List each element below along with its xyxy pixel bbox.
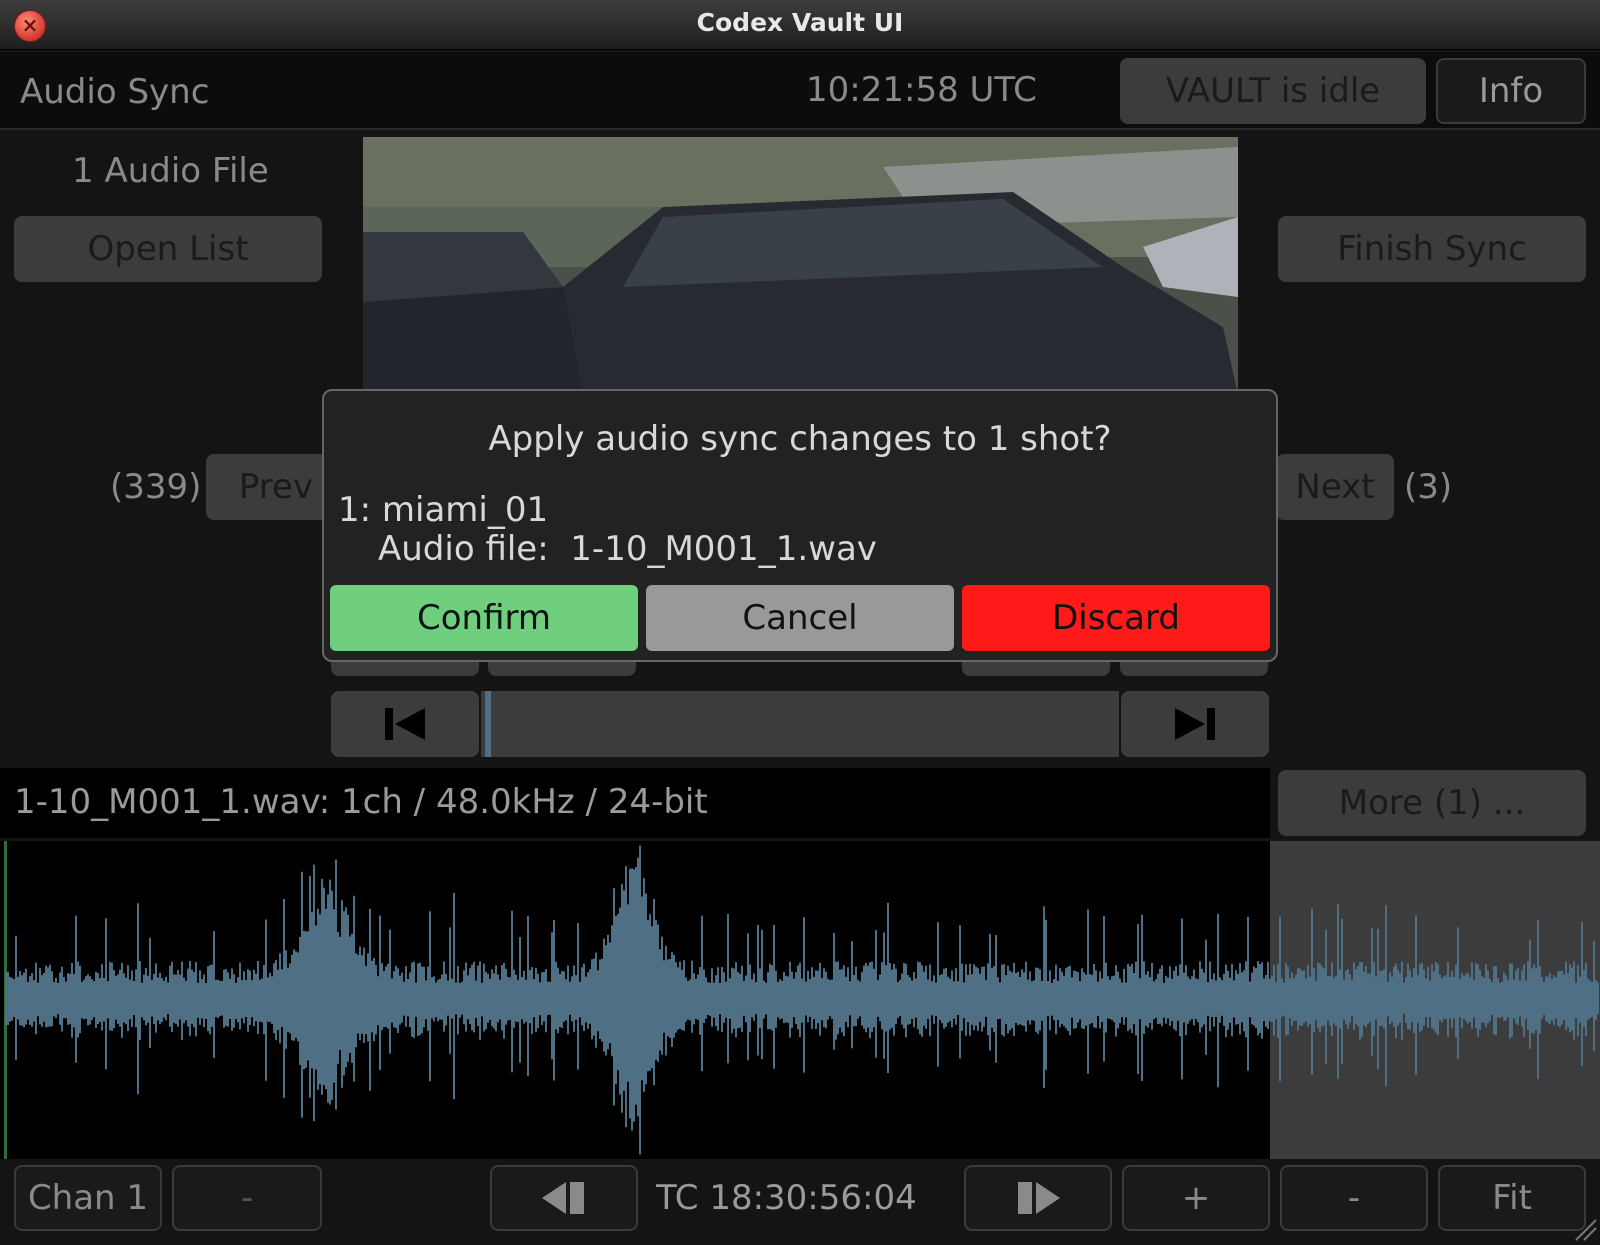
step-back-icon [542,1182,584,1214]
timecode: TC 18:30:56:04 [656,1178,917,1218]
resize-grip-icon[interactable] [1570,1214,1598,1242]
audio-file-count: 1 Audio File [72,151,269,191]
scrub-bar[interactable] [481,691,1119,757]
header-bar: Audio Sync 10:21:58 UTC VAULT is idle In… [0,52,1600,130]
audio-waveform [5,845,1599,1155]
window-title: Codex Vault UI [696,8,904,37]
step-back-button[interactable] [490,1165,638,1231]
info-button[interactable]: Info [1436,58,1586,124]
dialog-shot-line: 1: miami_01 [338,490,549,530]
clock: 10:21:58 UTC [806,70,1037,110]
skip-end-button[interactable] [1121,691,1269,757]
skip-start-button[interactable] [331,691,479,757]
confirm-dialog: Apply audio sync changes to 1 shot? 1: m… [322,389,1278,662]
next-shot-button[interactable]: Next [1276,454,1394,520]
video-preview [363,137,1238,395]
file-info-bar: 1-10_M001_1.wav: 1ch / 48.0kHz / 24-bit [0,768,1270,838]
step-forward-icon [1018,1182,1060,1214]
fit-button[interactable]: Fit [1438,1165,1586,1231]
prev-count: (339) [110,467,202,507]
confirm-button[interactable]: Confirm [330,585,638,651]
channel-minus-button[interactable]: - [172,1165,322,1231]
open-list-button[interactable]: Open List [14,216,322,282]
zoom-out-button[interactable]: - [1280,1165,1428,1231]
title-bar: × Codex Vault UI [0,0,1600,50]
section-title: Audio Sync [20,72,210,112]
skip-to-end-icon [1175,708,1215,740]
dialog-audio-line: Audio file: 1-10_M001_1.wav [378,529,877,569]
dialog-question: Apply audio sync changes to 1 shot? [488,419,1112,459]
car-frame-image [363,137,1238,395]
step-forward-button[interactable] [964,1165,1112,1231]
finish-sync-button[interactable]: Finish Sync [1278,216,1586,282]
zoom-in-button[interactable]: + [1122,1165,1270,1231]
waveform-path [5,845,1599,1155]
cancel-button[interactable]: Cancel [646,585,954,651]
discard-button[interactable]: Discard [962,585,1270,651]
more-files-button[interactable]: More (1) ... [1278,770,1586,836]
next-count: (3) [1404,467,1453,507]
waveform-view[interactable] [0,841,1600,1159]
vault-status-button[interactable]: VAULT is idle [1120,58,1426,124]
skip-to-start-icon [385,708,425,740]
file-info-text: 1-10_M001_1.wav: 1ch / 48.0kHz / 24-bit [14,782,708,822]
playhead[interactable] [485,691,491,757]
channel-button[interactable]: Chan 1 [14,1165,162,1231]
